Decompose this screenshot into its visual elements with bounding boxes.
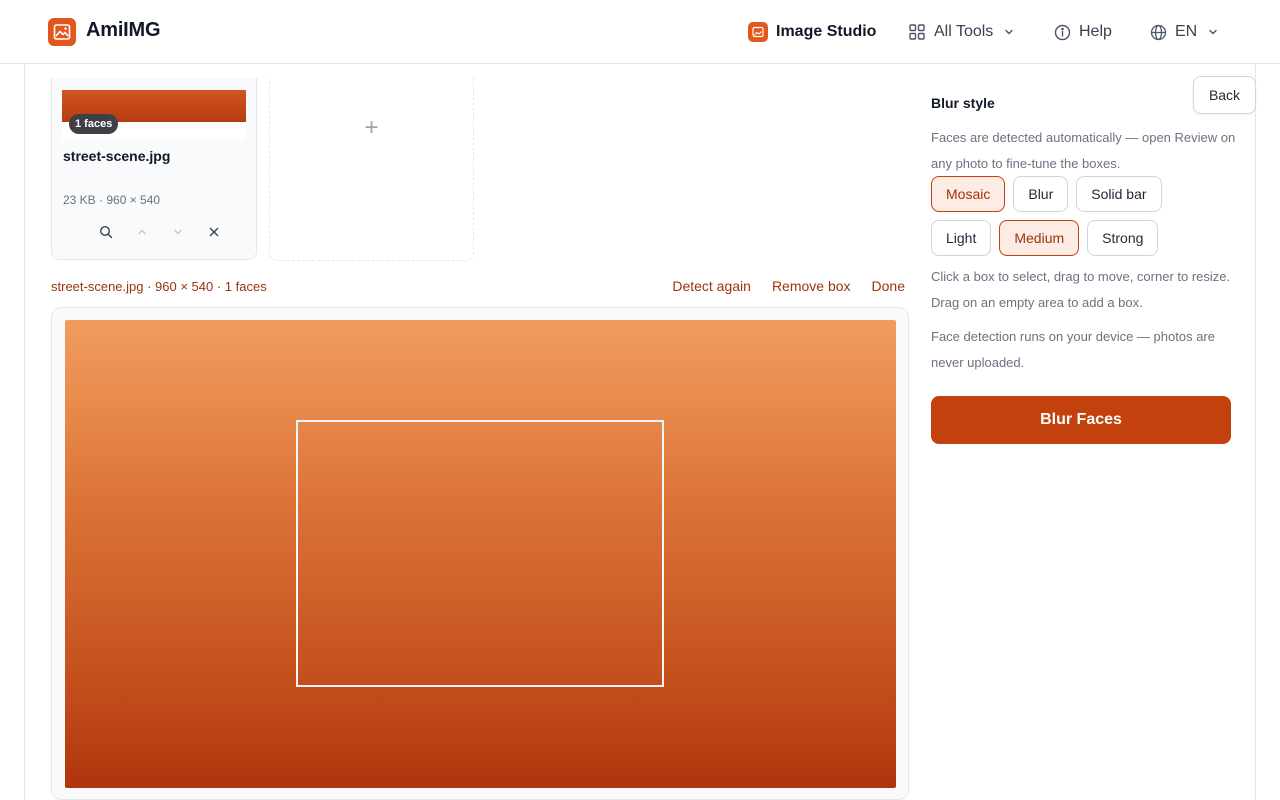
back-button[interactable]: Back (1193, 76, 1256, 114)
nav-all-tools[interactable]: All Tools (908, 0, 1015, 64)
review-button[interactable] (88, 224, 124, 244)
strength-option-strong[interactable]: Strong (1087, 220, 1159, 256)
edit-hint: Click a box to select, drag to move, cor… (931, 269, 1231, 310)
face-selection-box[interactable] (296, 420, 664, 687)
remove-file-button[interactable] (196, 224, 232, 244)
nav-all-tools-label: All Tools (934, 23, 994, 40)
faces-count-badge: 1 faces (69, 114, 119, 134)
plus-icon: + (364, 114, 379, 141)
close-icon (208, 225, 220, 243)
style-option-mosaic[interactable]: Mosaic (931, 176, 1006, 212)
language-label: EN (1175, 23, 1198, 40)
editor-file-info: street-scene.jpg · 960 × 540 · 1 faces (51, 279, 267, 294)
style-option-solid-bar[interactable]: Solid bar (1076, 176, 1162, 212)
chevron-down-icon (1207, 26, 1219, 38)
editor-actions: Detect again Remove box Done (672, 278, 905, 294)
file-meta: 23 KB · 960 × 540 (63, 193, 161, 207)
add-photo-tile[interactable]: + (269, 78, 474, 261)
file-name: street-scene.jpg (63, 148, 171, 164)
info-icon (1054, 24, 1071, 41)
chevron-down-icon (172, 225, 184, 243)
language-selector[interactable]: EN (1150, 0, 1219, 64)
strength-option-light[interactable]: Light (931, 220, 992, 256)
blur-faces-button[interactable]: Blur Faces (931, 396, 1231, 444)
globe-icon (1150, 24, 1167, 41)
image-icon (748, 22, 768, 42)
strength-option-medium[interactable]: Medium (999, 220, 1080, 256)
chevron-up-icon (136, 225, 148, 243)
nav-image-studio-label: Image Studio (776, 23, 877, 40)
file-card[interactable]: 1 faces street-scene.jpg 23 KB · 960 × 5… (51, 78, 257, 260)
style-options: Mosaic Blur Solid bar (931, 176, 1162, 212)
detect-again-link[interactable]: Detect again (672, 278, 751, 294)
strength-options: Light Medium Strong (931, 220, 1159, 256)
brand-logo-icon[interactable] (48, 18, 76, 46)
file-actions (88, 224, 232, 244)
top-header: AmiIMG Image Studio All Tools Help EN (0, 0, 1280, 64)
blur-style-description: Faces are detected automatically — open … (931, 130, 1236, 171)
blur-style-heading: Blur style (931, 95, 995, 111)
search-icon (99, 225, 113, 244)
done-link[interactable]: Done (872, 278, 905, 294)
brand-name[interactable]: AmiIMG (86, 19, 161, 42)
chevron-down-icon (1003, 26, 1015, 38)
nav-image-studio[interactable]: Image Studio (748, 0, 876, 64)
privacy-hint: Face detection runs on your device — pho… (931, 329, 1215, 370)
move-up-button[interactable] (124, 224, 160, 244)
remove-box-link[interactable]: Remove box (772, 278, 851, 294)
nav-help[interactable]: Help (1054, 0, 1112, 64)
style-option-blur[interactable]: Blur (1013, 176, 1069, 212)
nav-help-label: Help (1079, 23, 1112, 40)
move-down-button[interactable] (160, 224, 196, 244)
grid-icon (908, 23, 926, 41)
